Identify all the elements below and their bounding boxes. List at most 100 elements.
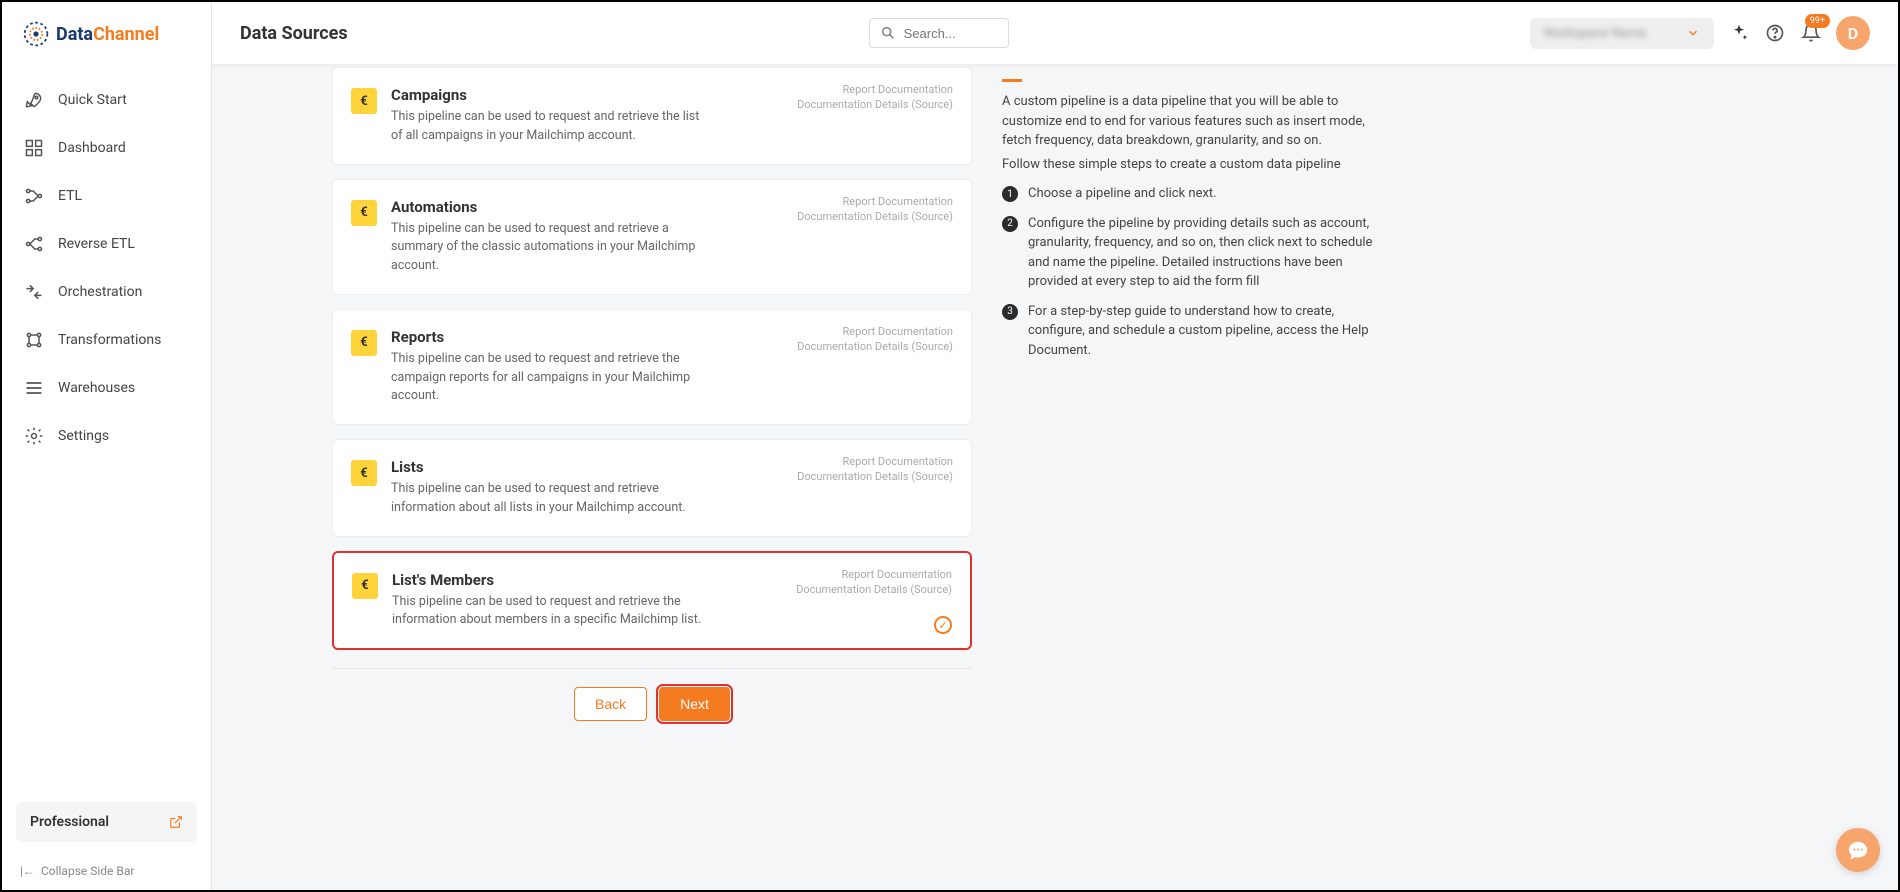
report-doc-link[interactable]: Report Documentation xyxy=(797,324,953,339)
step-text: Configure the pipeline by providing deta… xyxy=(1028,214,1382,292)
mailchimp-icon: € xyxy=(351,88,377,114)
plan-label: Professional xyxy=(30,814,109,830)
pipeline-links: Report DocumentationDocumentation Detail… xyxy=(797,324,953,355)
collapse-icon: |← xyxy=(20,864,35,878)
search-icon xyxy=(880,25,896,41)
step-number-icon: 3 xyxy=(1002,304,1018,320)
mailchimp-icon: € xyxy=(351,460,377,486)
list-icon xyxy=(24,378,44,398)
pipelines-list: €CampaignsThis pipeline can be used to r… xyxy=(332,57,972,870)
pipeline-desc: This pipeline can be used to request and… xyxy=(392,593,712,631)
nav: Quick Start Dashboard ETL Reverse ETL Or… xyxy=(2,66,211,792)
sidebar-item-quick-start[interactable]: Quick Start xyxy=(2,76,211,124)
step-number-icon: 1 xyxy=(1002,186,1018,202)
doc-details-link[interactable]: Documentation Details (Source) xyxy=(797,97,953,112)
divider xyxy=(332,668,972,669)
doc-details-link[interactable]: Documentation Details (Source) xyxy=(796,582,952,597)
logo-text: DataChannel xyxy=(56,24,159,45)
chat-icon xyxy=(1847,839,1869,861)
search-input[interactable] xyxy=(904,26,998,41)
help-step: 2 Configure the pipeline by providing det… xyxy=(1002,214,1382,292)
selected-check-icon: ✓ xyxy=(934,616,952,634)
help-rule xyxy=(1002,79,1022,82)
sidebar-item-label: Orchestration xyxy=(58,284,142,300)
sidebar-item-label: Settings xyxy=(58,428,109,444)
next-button[interactable]: Next xyxy=(659,687,730,721)
pipeline-card[interactable]: €ListsThis pipeline can be used to reque… xyxy=(332,439,972,537)
doc-details-link[interactable]: Documentation Details (Source) xyxy=(797,209,953,224)
doc-details-link[interactable]: Documentation Details (Source) xyxy=(797,339,953,354)
help-step: 3 For a step-by-step guide to understand … xyxy=(1002,302,1382,361)
orchestration-icon xyxy=(24,282,44,302)
pipeline-desc: This pipeline can be used to request and… xyxy=(391,480,711,518)
workspace-name: Workspace Name xyxy=(1544,26,1646,41)
collapse-sidebar[interactable]: |← Collapse Side Bar xyxy=(2,852,211,890)
pipeline-card[interactable]: €List's MembersThis pipeline can be used… xyxy=(332,551,972,651)
pipeline-links: Report DocumentationDocumentation Detail… xyxy=(797,82,953,113)
gear-icon xyxy=(24,426,44,446)
sidebar-item-settings[interactable]: Settings xyxy=(2,412,211,460)
step-text: Choose a pipeline and click next. xyxy=(1028,184,1217,204)
pipeline-links: Report DocumentationDocumentation Detail… xyxy=(797,454,953,485)
pipeline-links: Report DocumentationDocumentation Detail… xyxy=(796,567,952,598)
sidebar-item-label: Dashboard xyxy=(58,140,126,156)
sidebar-item-label: Reverse ETL xyxy=(58,236,135,252)
sidebar-item-orchestration[interactable]: Orchestration xyxy=(2,268,211,316)
topbar-right: Workspace Name 99+ D xyxy=(1530,16,1870,50)
sidebar-item-reverse-etl[interactable]: Reverse ETL xyxy=(2,220,211,268)
page-title: Data Sources xyxy=(240,23,348,44)
logo[interactable]: DataChannel xyxy=(2,2,211,66)
doc-details-link[interactable]: Documentation Details (Source) xyxy=(797,469,953,484)
pipeline-card[interactable]: €CampaignsThis pipeline can be used to r… xyxy=(332,67,972,165)
mailchimp-icon: € xyxy=(351,330,377,356)
reverse-icon xyxy=(24,234,44,254)
sidebar-item-label: Quick Start xyxy=(58,92,127,108)
notification-icon[interactable]: 99+ xyxy=(1800,22,1822,44)
chat-fab[interactable] xyxy=(1836,828,1880,872)
sidebar-item-dashboard[interactable]: Dashboard xyxy=(2,124,211,172)
pipeline-card[interactable]: €ReportsThis pipeline can be used to req… xyxy=(332,309,972,425)
help-title-cutoff xyxy=(1002,67,1382,73)
content: €CampaignsThis pipeline can be used to r… xyxy=(212,57,1898,890)
pipeline-card[interactable]: €AutomationsThis pipeline can be used to… xyxy=(332,179,972,295)
actions: Back Next xyxy=(332,687,972,731)
flow-icon xyxy=(24,186,44,206)
help-panel: A custom pipeline is a data pipeline tha… xyxy=(992,57,1402,870)
chevron-down-icon xyxy=(1686,26,1700,40)
logo-icon xyxy=(22,20,50,48)
report-doc-link[interactable]: Report Documentation xyxy=(797,454,953,469)
sparkle-icon[interactable] xyxy=(1728,22,1750,44)
pipeline-desc: This pipeline can be used to request and… xyxy=(391,108,711,146)
sidebar-item-label: Transformations xyxy=(58,332,161,348)
report-doc-link[interactable]: Report Documentation xyxy=(796,567,952,582)
step-number-icon: 2 xyxy=(1002,216,1018,232)
plan-box[interactable]: Professional xyxy=(16,802,197,842)
mailchimp-icon: € xyxy=(352,573,378,599)
help-icon[interactable] xyxy=(1764,22,1786,44)
pipeline-desc: This pipeline can be used to request and… xyxy=(391,220,711,276)
main: Data Sources Workspace Name 99+ D xyxy=(212,2,1898,890)
sidebar-item-label: Warehouses xyxy=(58,380,135,396)
grid-icon xyxy=(24,138,44,158)
notif-badge: 99+ xyxy=(1805,14,1830,28)
sidebar: DataChannel Quick Start Dashboard ETL Re… xyxy=(2,2,212,890)
report-doc-link[interactable]: Report Documentation xyxy=(797,82,953,97)
help-step: 1 Choose a pipeline and click next. xyxy=(1002,184,1382,204)
back-button[interactable]: Back xyxy=(574,687,647,721)
help-steps: 1 Choose a pipeline and click next. 2 Confi… xyxy=(1002,184,1382,360)
pipeline-links: Report DocumentationDocumentation Detail… xyxy=(797,194,953,225)
help-intro-1: A custom pipeline is a data pipeline tha… xyxy=(1002,92,1382,151)
pipeline-desc: This pipeline can be used to request and… xyxy=(391,350,711,406)
avatar[interactable]: D xyxy=(1836,16,1870,50)
search-box[interactable] xyxy=(869,18,1009,48)
transform-icon xyxy=(24,330,44,350)
report-doc-link[interactable]: Report Documentation xyxy=(797,194,953,209)
step-text: For a step-by-step guide to understand h… xyxy=(1028,302,1382,361)
workspace-dropdown[interactable]: Workspace Name xyxy=(1530,18,1714,49)
sidebar-item-warehouses[interactable]: Warehouses xyxy=(2,364,211,412)
sidebar-item-transformations[interactable]: Transformations xyxy=(2,316,211,364)
sidebar-item-label: ETL xyxy=(58,188,82,204)
sidebar-item-etl[interactable]: ETL xyxy=(2,172,211,220)
external-link-icon xyxy=(169,815,183,829)
help-intro-2: Follow these simple steps to create a cu… xyxy=(1002,155,1382,175)
